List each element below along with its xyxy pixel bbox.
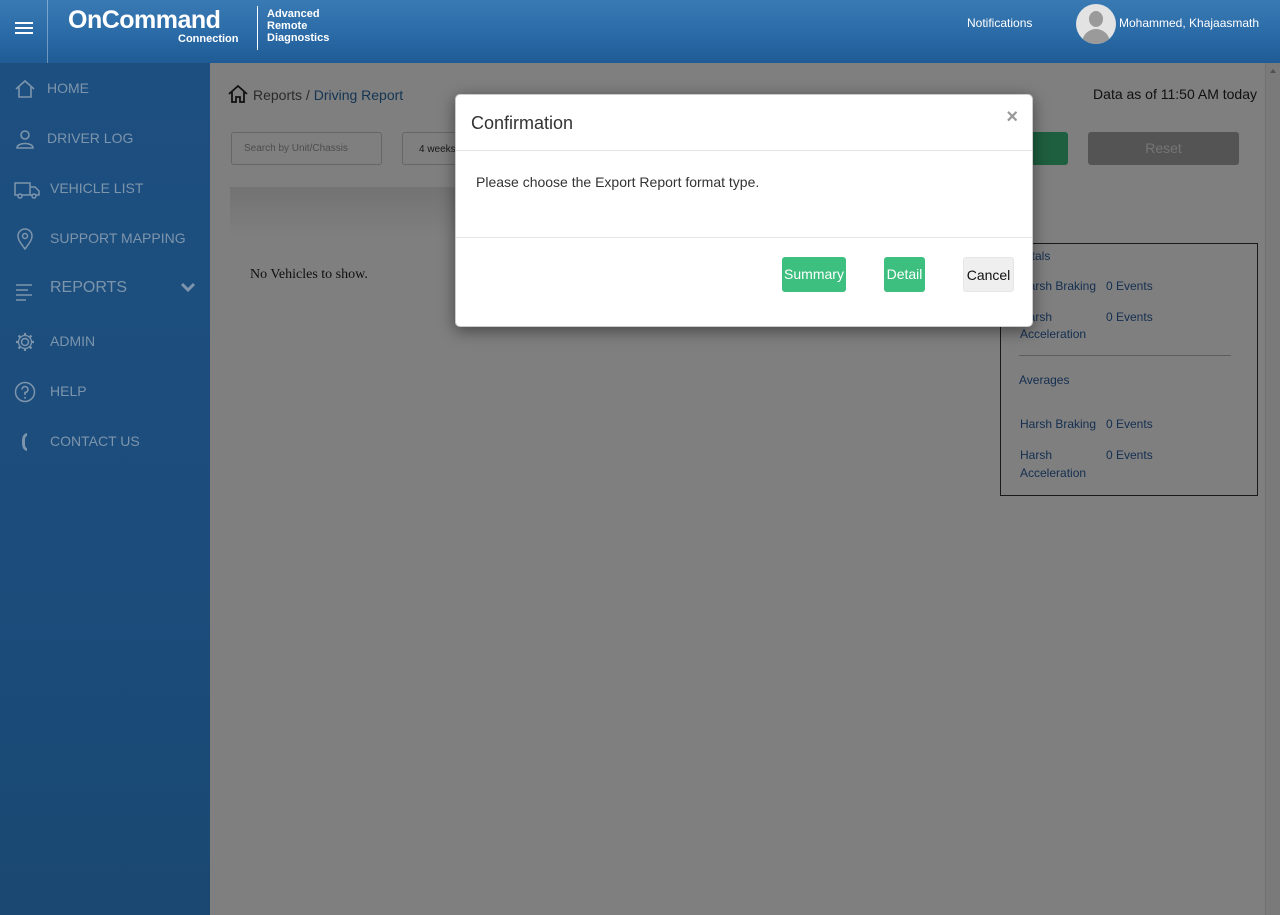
top-header: OnCommand Connection Advanced Remote Dia… (0, 0, 1280, 63)
detail-button[interactable]: Detail (884, 257, 925, 292)
sidebar-item-label: SUPPORT MAPPING (50, 230, 186, 246)
sidebar-item-reports[interactable]: REPORTS (0, 271, 210, 307)
chevron-down-icon[interactable] (180, 279, 196, 295)
modal-footer-divider (456, 237, 1032, 238)
list-icon (16, 284, 32, 301)
modal-header: Confirmation × (456, 95, 1032, 151)
sidebar-item-help[interactable]: HELP (0, 373, 210, 409)
modal-message: Please choose the Export Report format t… (476, 174, 760, 190)
summary-button[interactable]: Summary (782, 257, 846, 292)
sidebar-item-label: ADMIN (50, 333, 96, 349)
logo-main-text: OnCommand (68, 6, 221, 34)
logo-product-line: Diagnostics (267, 32, 330, 44)
logo-sub-text: Connection (178, 33, 239, 45)
avatar-body (1082, 29, 1110, 44)
hamburger-menu-button[interactable] (0, 0, 48, 63)
sidebar-item-label: HELP (50, 383, 87, 399)
sidebar-item-contact-us[interactable]: CONTACT US (0, 423, 210, 459)
close-icon[interactable]: × (1006, 107, 1018, 127)
logo-product-line: Remote (267, 20, 308, 32)
sidebar: HOME DRIVER LOG VEHICLE LIST SUPPORT MAP… (0, 63, 210, 915)
cancel-button[interactable]: Cancel (963, 257, 1014, 292)
sidebar-item-label: DRIVER LOG (47, 130, 134, 146)
modal-title: Confirmation (471, 113, 574, 133)
sidebar-item-label: REPORTS (50, 279, 128, 296)
person-icon (16, 130, 34, 149)
export-confirmation-dialog: Confirmation × Please choose the Export … (455, 94, 1033, 327)
sidebar-item-vehicle-list[interactable]: VEHICLE LIST (0, 170, 210, 206)
sidebar-item-label: VEHICLE LIST (50, 180, 144, 196)
avatar-head (1089, 11, 1103, 27)
hamburger-icon-line (15, 27, 33, 29)
sidebar-item-driver-log[interactable]: DRIVER LOG (0, 120, 210, 156)
sidebar-item-label: CONTACT US (50, 433, 140, 449)
user-name[interactable]: Mohammed, Khajaasmath (1119, 16, 1259, 30)
truck-icon (14, 182, 40, 199)
phone-icon (22, 433, 27, 451)
gear-icon (16, 333, 34, 351)
sidebar-item-label: HOME (47, 80, 89, 96)
avatar[interactable] (1076, 4, 1116, 44)
hamburger-icon (15, 22, 33, 24)
logo-product-name: Advanced Remote Diagnostics (267, 8, 329, 44)
sidebar-item-support-mapping[interactable]: SUPPORT MAPPING (0, 220, 210, 256)
hamburger-icon-line (15, 32, 33, 34)
logo-divider (257, 6, 258, 50)
sidebar-item-admin[interactable]: ADMIN (0, 323, 210, 359)
notifications-link[interactable]: Notifications (967, 16, 1032, 30)
map-pin-icon (17, 228, 33, 250)
sidebar-item-home[interactable]: HOME (0, 70, 210, 106)
home-icon (15, 79, 35, 98)
question-icon (14, 381, 36, 403)
logo-product-line: Advanced (267, 8, 320, 20)
